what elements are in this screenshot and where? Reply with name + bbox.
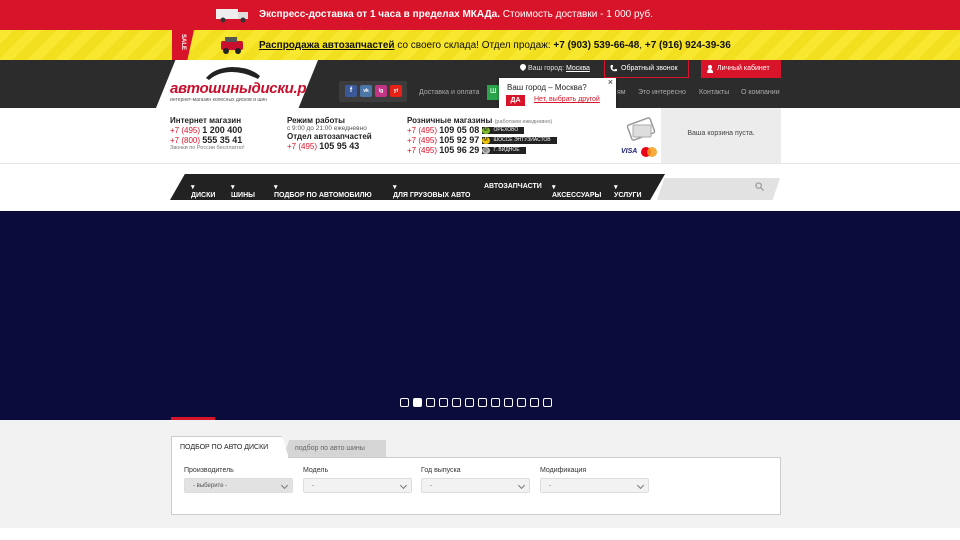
chevron-down-icon xyxy=(636,481,645,490)
search-input[interactable] xyxy=(669,182,759,196)
site-logo[interactable]: автошиныдиски.рф интернет-магазин колесн… xyxy=(156,60,318,108)
slider-dot[interactable] xyxy=(400,398,409,407)
mastercard-icon xyxy=(641,147,657,157)
social-links: f vk ig yt xyxy=(339,81,407,102)
slider-dot[interactable] xyxy=(452,398,461,407)
work-hours: Режим работы с 9:00 до 21:00 ежедневно О… xyxy=(287,116,372,151)
slider-dot[interactable] xyxy=(504,398,513,407)
chevron-down-icon xyxy=(517,481,526,490)
sale-link[interactable]: Распродажа автозапчастей xyxy=(259,40,395,51)
main-nav: ДИСКИ ▾ ШИНЫ ▾ ПОДБОР ПО АВТОМОБИЛЮ ▾ ДЛ… xyxy=(170,174,665,200)
chevron-down-icon xyxy=(399,481,408,490)
instagram-icon[interactable]: ig xyxy=(375,85,387,97)
visa-icon: VISA xyxy=(621,148,638,155)
nav-by-car[interactable]: ПОДБОР ПО АВТОМОБИЛЮ ▾ xyxy=(274,183,372,199)
slider-dot[interactable] xyxy=(517,398,526,407)
city-change-link[interactable]: Нет, выбрать другой xyxy=(534,96,600,103)
year-select[interactable]: - xyxy=(421,478,530,493)
nav-trucks[interactable]: ДЛЯ ГРУЗОВЫХ АВТО ▾ xyxy=(393,183,470,199)
vk-icon[interactable]: vk xyxy=(360,85,372,97)
menu-about[interactable]: О компании xyxy=(741,89,780,96)
header xyxy=(0,60,960,108)
tab-tires-selector[interactable]: подбор по авто шины xyxy=(283,440,386,458)
slider-dot[interactable] xyxy=(478,398,487,407)
chevron-down-icon xyxy=(280,481,289,490)
nav-accessories[interactable]: АКСЕССУАРЫ ▾ xyxy=(552,183,601,199)
wallet-icon xyxy=(626,117,656,141)
sale-banner[interactable]: Распродажа автозапчастей со своего склад… xyxy=(0,30,960,60)
online-phone-2[interactable]: 555 35 41 xyxy=(202,135,242,145)
payment-icons: VISA xyxy=(619,115,661,159)
model-select[interactable]: - xyxy=(303,478,412,493)
slider-dot[interactable] xyxy=(439,398,448,407)
search-box xyxy=(657,178,780,200)
city-confirm-popup: Ваш город – Москва? ДА Нет, выбрать друг… xyxy=(499,77,616,108)
location-pin-icon xyxy=(520,64,526,71)
truck-icon xyxy=(216,9,248,23)
modification-select[interactable]: - xyxy=(540,478,649,493)
tab-disks-selector[interactable]: ПОДБОР ПО АВТО ДИСКИ xyxy=(171,436,289,458)
sales-phone-2: +7 (916) 924-39-36 xyxy=(644,40,731,51)
city-value: Москва xyxy=(565,65,590,72)
shipping-button[interactable]: Ш xyxy=(487,85,499,100)
menu-contacts[interactable]: Контакты xyxy=(699,89,729,96)
logo-name: автошиныдиски.рф xyxy=(170,80,320,97)
page-bottom xyxy=(0,528,960,540)
sales-phone-1: +7 (903) 539-66-48 xyxy=(553,40,640,51)
search-icon[interactable] xyxy=(755,182,764,191)
phone-icon xyxy=(610,65,617,72)
store-badge-vidnoe[interactable]: ◎ Г. ВИДНОЕ xyxy=(481,147,526,155)
delivery-text: Экспресс-доставка от 1 часа в пределах М… xyxy=(259,9,654,20)
hero-slider[interactable] xyxy=(0,211,960,420)
city-selector[interactable]: Ваш город: Москва xyxy=(520,64,590,72)
cart-widget[interactable]: Ваша корзина пуста. xyxy=(661,108,781,163)
nav-tires[interactable]: ШИНЫ ▾ xyxy=(231,183,255,199)
user-icon xyxy=(707,65,713,73)
menu-partial[interactable]: ям xyxy=(617,89,626,96)
field-label-maker: Производитель xyxy=(184,467,234,474)
store-phone-3[interactable]: 105 96 29 xyxy=(439,145,479,155)
sale-text: Распродажа автозапчастей со своего склад… xyxy=(259,40,731,51)
menu-interesting[interactable]: Это интересно xyxy=(638,89,686,96)
nav-services[interactable]: УСЛУГИ ▾ xyxy=(614,183,642,199)
facebook-icon[interactable]: f xyxy=(345,85,357,97)
maker-select[interactable]: - выберите - xyxy=(184,478,293,493)
online-store-contacts: Интернет магазин +7 (495) 1 200 400 +7 (… xyxy=(170,116,245,151)
store-phone-1[interactable]: 109 05 08 xyxy=(439,125,479,135)
store-badge-entuziastov[interactable]: M ШОССЕ ЭНТУЗИАСТОВ xyxy=(481,137,557,145)
cabinet-button[interactable]: Личный кабинет xyxy=(701,60,781,78)
car-parts-icon xyxy=(221,37,243,54)
store-phone-2[interactable]: 105 92 97 xyxy=(439,135,479,145)
retail-stores: Розничные магазины (работаем ежедневно) … xyxy=(407,116,557,155)
store-badge-orekhovo[interactable]: M ОРЕХОВО xyxy=(481,127,525,135)
slider-dot[interactable] xyxy=(413,398,422,407)
delivery-banner[interactable]: Экспресс-доставка от 1 часа в пределах М… xyxy=(0,0,960,30)
menu-delivery[interactable]: Доставка и оплата xyxy=(419,89,479,96)
nav-parts[interactable]: АВТОЗАПЧАСТИ xyxy=(484,183,542,190)
city-question: Ваш город – Москва? xyxy=(507,83,587,92)
slider-dot[interactable] xyxy=(426,398,435,407)
youtube-icon[interactable]: yt xyxy=(390,85,402,97)
cart-empty-text: Ваша корзина пуста. xyxy=(687,130,755,137)
callback-button[interactable]: Обратный звонок xyxy=(604,60,689,78)
online-phone-1[interactable]: 1 200 400 xyxy=(202,125,242,135)
nav-disks[interactable]: ДИСКИ ▾ xyxy=(191,183,215,199)
parts-phone[interactable]: 105 95 43 xyxy=(319,141,359,151)
slider-dot[interactable] xyxy=(465,398,474,407)
field-label-model: Модель xyxy=(303,467,329,474)
field-label-year: Год выпуска xyxy=(421,467,461,474)
field-label-modification: Модификация xyxy=(540,467,587,474)
close-icon[interactable]: × xyxy=(608,77,613,87)
slider-dot[interactable] xyxy=(491,398,500,407)
slider-dot[interactable] xyxy=(530,398,539,407)
city-yes-button[interactable]: ДА xyxy=(506,95,525,106)
slider-dot[interactable] xyxy=(543,398,552,407)
logo-tagline: интернет-магазин колесных дисков и шин xyxy=(170,97,267,103)
